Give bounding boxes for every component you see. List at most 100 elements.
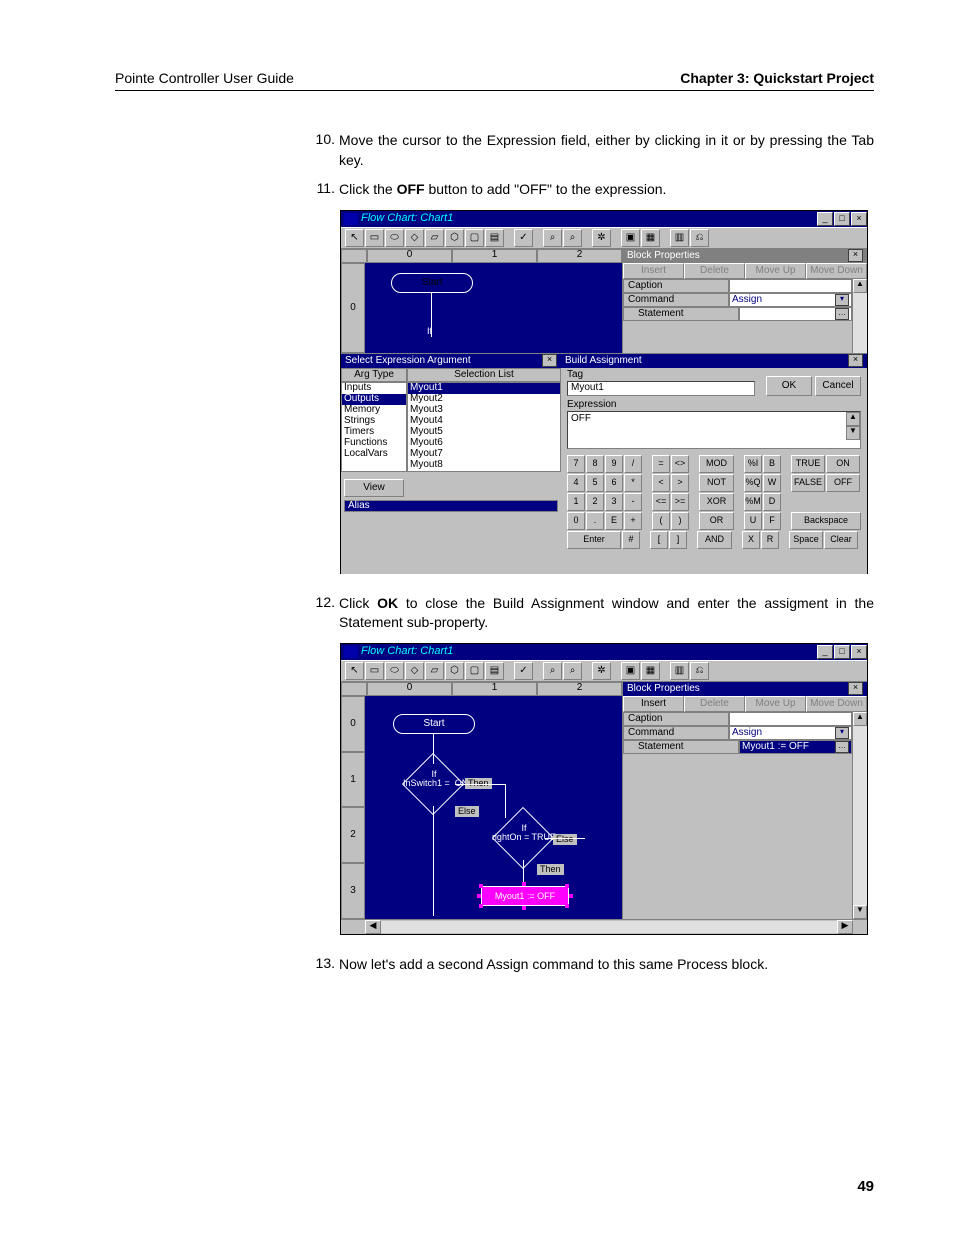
tool-oval[interactable]: ⬭: [385, 662, 404, 680]
bp-statement-value[interactable]: …: [739, 307, 852, 321]
tool-check[interactable]: ✓: [514, 662, 533, 680]
block-properties-close[interactable]: ×: [848, 682, 863, 695]
minimize-button[interactable]: _: [817, 212, 833, 226]
tool-arrow[interactable]: ↖: [345, 229, 364, 247]
tool-grid[interactable]: ▦: [641, 662, 660, 680]
selection-handle[interactable]: [479, 904, 483, 908]
key-pctI[interactable]: %I: [744, 455, 762, 473]
key-not[interactable]: NOT: [699, 474, 734, 492]
bp-statement-value[interactable]: Myout1 := OFF…: [739, 740, 852, 754]
window-resize-grip[interactable]: [853, 920, 867, 934]
tool-zoom-out[interactable]: ⌕: [543, 229, 562, 247]
key-mul[interactable]: *: [624, 474, 642, 492]
tool-parallel[interactable]: ▱: [425, 229, 444, 247]
tool-check[interactable]: ✓: [514, 229, 533, 247]
bp-caption-value[interactable]: [729, 279, 852, 293]
window-titlebar[interactable]: Flow Chart: Chart1 _ □ ×: [341, 211, 867, 227]
key-7[interactable]: 7: [567, 455, 585, 473]
start-block[interactable]: Start: [391, 273, 473, 293]
expr-scroll-down[interactable]: ▼: [846, 426, 860, 440]
selection-handle[interactable]: [479, 884, 483, 888]
key-lt[interactable]: <: [652, 474, 670, 492]
tool-copy[interactable]: ▣: [621, 229, 640, 247]
bp-caption-value[interactable]: [729, 712, 852, 726]
sea-view-button[interactable]: View: [344, 479, 404, 497]
window-titlebar-2[interactable]: Flow Chart: Chart1 _ □ ×: [341, 644, 867, 660]
key-2[interactable]: 2: [586, 493, 604, 511]
tool-diamond[interactable]: ◇: [405, 662, 424, 680]
sea-sellist-header[interactable]: Selection List: [407, 368, 561, 382]
bp-command-value[interactable]: Assign▾: [729, 293, 852, 307]
expr-scroll-up[interactable]: ▲: [846, 412, 860, 426]
scroll-up[interactable]: ▲: [853, 712, 867, 726]
bp-delete[interactable]: Delete: [684, 696, 745, 712]
key-pctQ[interactable]: %Q: [744, 474, 762, 492]
tool-list[interactable]: ▤: [485, 229, 504, 247]
bp-moveup[interactable]: Move Up: [745, 263, 806, 279]
key-hash[interactable]: #: [622, 531, 640, 549]
tool-gear[interactable]: ✲: [592, 229, 611, 247]
selection-handle[interactable]: [569, 894, 573, 898]
tool-parallel[interactable]: ▱: [425, 662, 444, 680]
key-dot[interactable]: .: [586, 512, 604, 530]
key-false[interactable]: FALSE: [791, 474, 825, 492]
key-0[interactable]: 0: [567, 512, 585, 530]
tool-arrow[interactable]: ↖: [345, 662, 364, 680]
key-R[interactable]: R: [761, 531, 779, 549]
key-and[interactable]: AND: [697, 531, 732, 549]
scroll-up[interactable]: ▲: [853, 279, 867, 293]
key-9[interactable]: 9: [605, 455, 623, 473]
selection-handle[interactable]: [565, 904, 569, 908]
bp-movedown[interactable]: Move Down: [806, 263, 867, 279]
key-div[interactable]: /: [624, 455, 642, 473]
selection-handle[interactable]: [565, 884, 569, 888]
close-button[interactable]: ×: [851, 212, 867, 226]
tool-box[interactable]: ▢: [465, 229, 484, 247]
tool-zoom-in[interactable]: ⌕: [563, 662, 582, 680]
key-enter[interactable]: Enter: [567, 531, 621, 549]
tool-panel[interactable]: ▥: [670, 662, 689, 680]
key-8[interactable]: 8: [586, 455, 604, 473]
key-ne[interactable]: <>: [671, 455, 689, 473]
key-space[interactable]: Space: [789, 531, 823, 549]
bp-insert[interactable]: Insert: [623, 696, 684, 712]
block-properties-close[interactable]: ×: [848, 249, 863, 262]
tool-hex[interactable]: ⬡: [445, 662, 464, 680]
horizontal-scrollbar[interactable]: ◀ ▶: [341, 919, 867, 934]
key-B[interactable]: B: [763, 455, 781, 473]
key-ge[interactable]: >=: [671, 493, 689, 511]
tool-config[interactable]: ⎌: [690, 662, 709, 680]
tool-diamond[interactable]: ◇: [405, 229, 424, 247]
maximize-button[interactable]: □: [834, 645, 850, 659]
tool-hex[interactable]: ⬡: [445, 229, 464, 247]
dropdown-icon[interactable]: ▾: [835, 294, 849, 306]
dropdown-icon[interactable]: ▾: [835, 727, 849, 739]
key-or[interactable]: OR: [699, 512, 734, 530]
bp-delete[interactable]: Delete: [684, 263, 745, 279]
key-true[interactable]: TRUE: [791, 455, 825, 473]
bp-insert[interactable]: Insert: [623, 263, 684, 279]
key-rbracket[interactable]: ]: [669, 531, 687, 549]
ba-tag-input[interactable]: Myout1: [567, 381, 755, 396]
scroll-right[interactable]: ▶: [837, 920, 853, 934]
scroll-track[interactable]: [853, 293, 867, 353]
key-eq[interactable]: =: [652, 455, 670, 473]
tool-oval[interactable]: ⬭: [385, 229, 404, 247]
ba-expr-input[interactable]: OFF ▲▼: [567, 411, 861, 449]
key-W[interactable]: W: [763, 474, 781, 492]
selection-handle[interactable]: [522, 882, 526, 886]
ellipsis-icon[interactable]: …: [835, 741, 849, 753]
key-6[interactable]: 6: [605, 474, 623, 492]
bp-moveup[interactable]: Move Up: [745, 696, 806, 712]
sea-argtype-header[interactable]: Arg Type: [341, 368, 407, 382]
sea-localvars[interactable]: LocalVars: [342, 449, 406, 460]
key-lbracket[interactable]: [: [650, 531, 668, 549]
key-E[interactable]: E: [605, 512, 623, 530]
sea-myout8[interactable]: Myout8: [408, 460, 560, 471]
bp-movedown[interactable]: Move Down: [806, 696, 867, 712]
key-5[interactable]: 5: [586, 474, 604, 492]
tool-grid[interactable]: ▦: [641, 229, 660, 247]
key-3[interactable]: 3: [605, 493, 623, 511]
key-4[interactable]: 4: [567, 474, 585, 492]
ba-ok-button[interactable]: OK: [766, 376, 812, 396]
